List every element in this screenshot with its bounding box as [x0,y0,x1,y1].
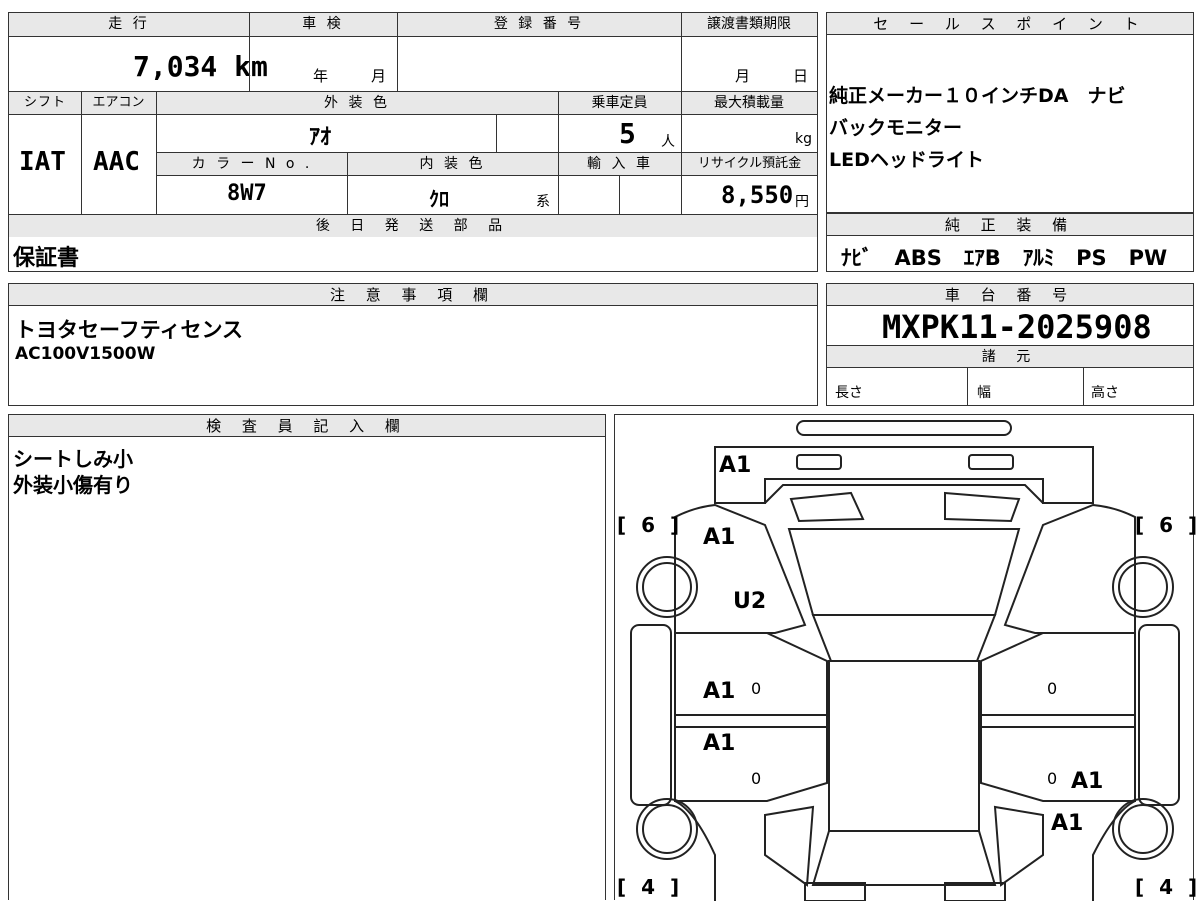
interior-color-header: 内 装 色 [347,153,558,175]
exterior-color-header: 外 装 色 [156,92,558,114]
mark-door-rear-left-num: 0 [751,769,762,788]
chassis-box: 車 台 番 号 MXPK11-2025908 諸 元 長さ 幅 高さ [826,283,1194,406]
color-no-value: 8W7 [227,181,267,206]
spec-length: 長さ [835,385,863,401]
interior-color-suffix: 系 [536,194,550,210]
later-parts-value: 保証書 [13,246,80,271]
sales-points-header: セ ー ル ス ポ イ ン ト [827,13,1193,35]
inspection-month: 月 [371,67,387,85]
notes-header: 注 意 事 項 欄 [9,284,817,306]
sales-point-line-2: バックモニター [829,117,963,139]
exterior-color-value: ｱｵ [309,125,332,150]
mark-hood: A1 [719,453,752,478]
equipment-navi: ﾅﾋﾞ [841,246,873,270]
mark-quarter-right: A1 [1051,811,1084,836]
transfer-month: 月 [735,67,751,85]
tread-front-right: [ 6 ] [1135,513,1200,537]
recycle-value: 8,550 [721,181,794,209]
sales-point-line-3: LEDヘッドライト [829,149,984,171]
chassis-number: MXPK11-2025908 [882,308,1152,346]
inspector-header: 検 査 員 記 入 欄 [9,415,605,437]
transfer-deadline-header: 譲渡書類期限 [681,13,817,36]
spec-header: 諸 元 [827,345,1193,368]
shift-value: IAT [19,147,66,177]
equipment-list: ﾅﾋﾞ ABS ｴｱB ｱﾙﾐ PS PW [841,242,1167,272]
recycle-header: リサイクル預託金 [682,153,817,175]
transfer-day: 日 [793,67,809,85]
mark-door-rear-left: A1 [703,731,736,756]
color-no-header: カ ラ ー N o . [157,153,347,175]
interior-color-value: ｸﾛ [429,187,449,211]
standard-equipment-box: 純 正 装 備 ﾅﾋﾞ ABS ｴｱB ｱﾙﾐ PS PW [826,213,1194,272]
equipment-alloy: ｱﾙﾐ [1022,246,1055,270]
aircon-value: AAC [93,147,140,177]
inspector-line-1: シートしみ小 [13,447,133,471]
capacity-header: 乗車定員 [558,92,681,114]
notes-box: 注 意 事 項 欄 トヨタセーフティセンス AC100V1500W [8,283,818,406]
notes-line-1: トヨタセーフティセンス [15,318,244,342]
aircon-header: エアコン [81,92,156,114]
capacity-value: 5 [619,117,636,150]
notes-line-2: AC100V1500W [15,344,156,364]
sales-point-line-1: 純正メーカー１０インチDA ナビ [829,85,1126,107]
equipment-abs: ABS [894,246,942,270]
equipment-ps: PS [1076,246,1107,270]
mark-door-rear-right: A1 [1071,769,1104,794]
equipment-airbag: ｴｱB [963,246,1001,270]
inspector-box: 検 査 員 記 入 欄 シートしみ小 外装小傷有り [8,414,606,900]
later-parts-header: 後 日 発 送 部 品 [9,215,817,237]
mark-door-front-right-num: 0 [1047,679,1058,698]
registration-header: 登 録 番 号 [397,13,681,36]
spec-width: 幅 [977,385,991,401]
max-load-unit: kg [795,131,812,147]
shift-header: シフト [9,92,81,114]
inspector-line-2: 外装小傷有り [13,473,133,497]
mileage-value: 7,034 km [133,50,268,83]
import-header: 輸 入 車 [559,153,681,175]
inspection-header: 車 検 [249,13,397,36]
mark-door-front-left: A1 [703,679,736,704]
chassis-header: 車 台 番 号 [827,284,1193,306]
tread-front-left: [ 6 ] [617,513,684,537]
tread-rear-right: [ 4 ] [1135,875,1200,899]
sales-points-box: セ ー ル ス ポ イ ン ト 純正メーカー１０インチDA ナビ バックモニター… [826,12,1194,213]
mileage-header: 走 行 [9,13,249,36]
capacity-unit: 人 [661,134,675,150]
tread-rear-left: [ 4 ] [617,875,684,899]
equipment-pw: PW [1128,246,1168,270]
mark-door-front-left-num: 0 [751,679,762,698]
max-load-header: 最大積載量 [681,92,817,114]
inspection-year: 年 [313,67,329,85]
mark-fender-left: A1 [703,525,736,550]
vehicle-info-table: 走 行 車 検 登 録 番 号 譲渡書類期限 7,034 km 年 月 月 日 … [8,12,818,237]
spec-height: 高さ [1091,385,1119,401]
standard-equipment-header: 純 正 装 備 [827,214,1193,236]
mark-fender-left-u2: U2 [733,589,767,614]
mark-door-rear-right-num: 0 [1047,769,1058,788]
recycle-unit: 円 [795,194,809,210]
later-parts-cell: 保証書 [8,236,818,272]
car-outline [630,420,1180,901]
car-damage-diagram: [ 6 ] [ 6 ] [ 4 ] [ 4 ] A1 A1 U2 A1 0 A1… [614,414,1197,901]
